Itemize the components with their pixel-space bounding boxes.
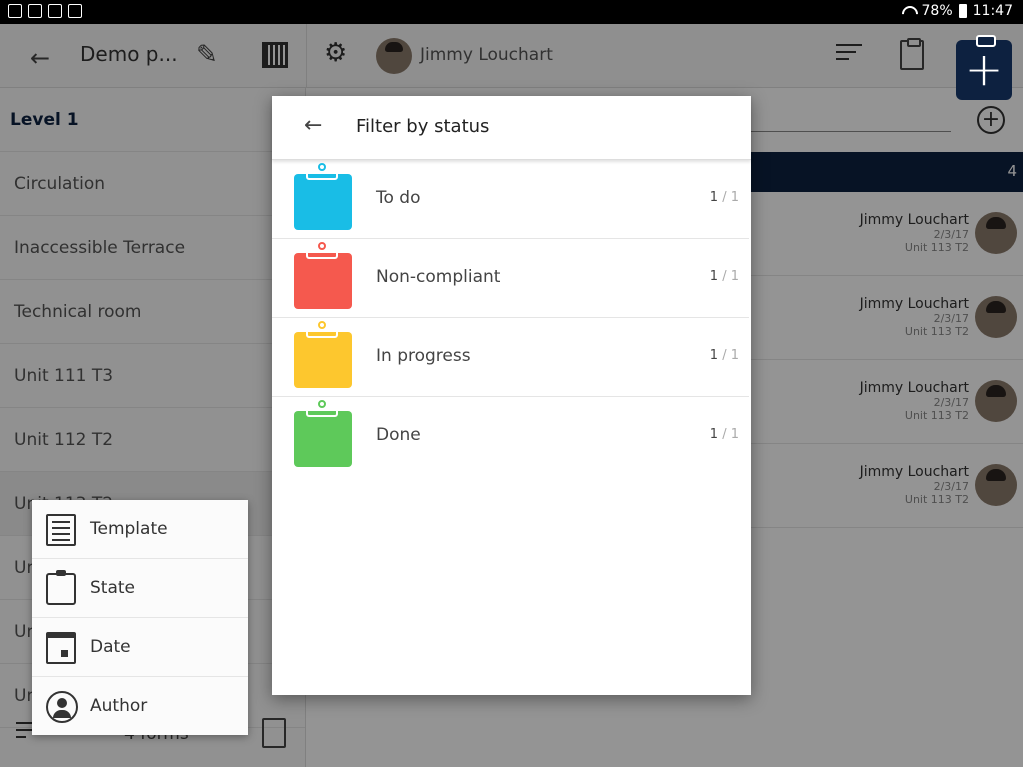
status-option-done[interactable]: Done 1 / 1 (272, 397, 749, 476)
status-label: Done (376, 425, 421, 445)
clipboard-icon (294, 242, 352, 309)
menu-item-template[interactable]: Template (32, 500, 248, 559)
clipboard-icon (294, 321, 352, 388)
add-form-button[interactable]: + (956, 35, 1012, 100)
menu-item-state[interactable]: State (32, 559, 248, 618)
status-option-non-compliant[interactable]: Non-compliant 1 / 1 (272, 239, 749, 318)
status-label: Non-compliant (376, 267, 501, 287)
notification-icons (8, 4, 82, 18)
device-icon (28, 4, 42, 18)
calendar-icon (46, 632, 76, 664)
battery-percent: 78% (921, 3, 953, 19)
status-label: To do (376, 188, 421, 208)
filter-by-status-dialog: ← Filter by status To do 1 / 1 Non-compl… (272, 96, 751, 695)
system-status-bar: 78% 11:47 (0, 0, 1023, 24)
status-count: 1 / 1 (709, 190, 739, 205)
clipboard-icon (46, 570, 76, 605)
status-option-in-progress[interactable]: In progress 1 / 1 (272, 318, 749, 397)
status-count: 1 / 1 (709, 427, 739, 442)
wifi-icon (900, 4, 916, 18)
menu-item-author[interactable]: Author (32, 677, 248, 736)
menu-item-label: Author (90, 696, 148, 716)
clock: 11:47 (972, 3, 1013, 19)
photo-icon (8, 4, 22, 18)
status-option-todo[interactable]: To do 1 / 1 (272, 160, 749, 239)
person-icon (46, 691, 78, 723)
menu-item-date[interactable]: Date (32, 618, 248, 677)
weather-icon (48, 4, 62, 18)
dialog-title: Filter by status (356, 116, 490, 137)
arrow-back-icon[interactable]: ← (304, 113, 322, 138)
menu-item-label: Template (90, 519, 168, 539)
send-icon (68, 4, 82, 18)
clipboard-icon (294, 163, 352, 230)
status-count: 1 / 1 (709, 269, 739, 284)
menu-item-label: Date (90, 637, 131, 657)
template-icon (46, 514, 76, 546)
filter-type-menu: Template State Date Author (32, 500, 248, 735)
dialog-header: ← Filter by status (272, 96, 751, 160)
status-label: In progress (376, 346, 471, 366)
battery-icon (958, 4, 967, 18)
clipboard-icon (294, 400, 352, 467)
status-count: 1 / 1 (709, 348, 739, 363)
menu-item-label: State (90, 578, 135, 598)
